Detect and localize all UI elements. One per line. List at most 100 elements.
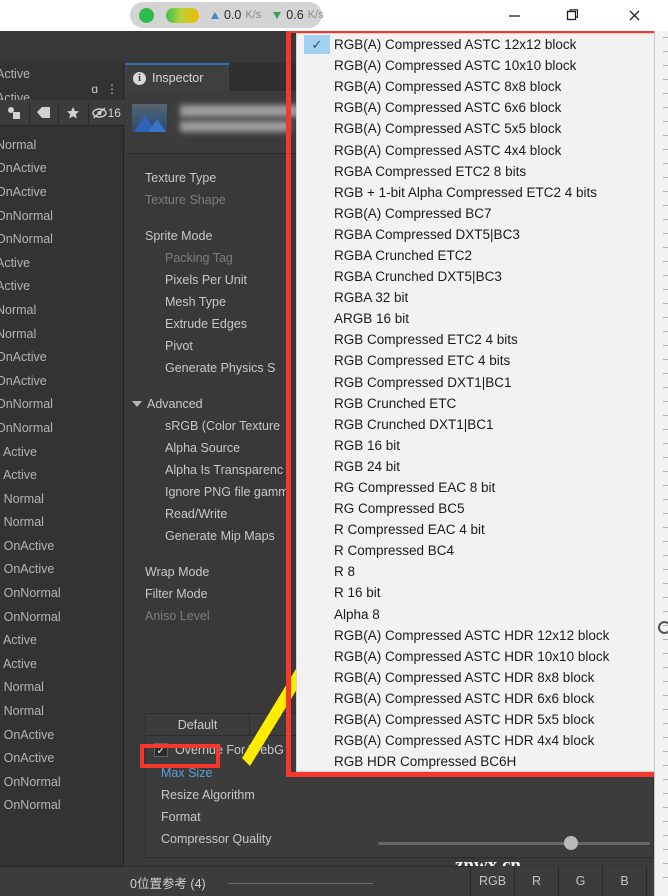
format-menu-item[interactable]: RG Compressed BC5 [297, 498, 657, 519]
platform-row-resize-algorithm[interactable]: Resize Algorithm [161, 788, 255, 802]
format-menu-item-label: RGB(A) Compressed ASTC 12x12 block [334, 37, 577, 53]
ruler-tick [663, 163, 668, 164]
network-speed-widget[interactable]: 0.0 K/s 0.6 K/s [130, 2, 324, 28]
format-menu-item[interactable]: RGBA Compressed DXT5|BC3 [297, 224, 657, 245]
move-tool-icon[interactable] [0, 101, 30, 124]
check-placeholder [304, 710, 330, 729]
format-menu-item[interactable]: R 16 bit [297, 582, 657, 603]
format-menu-item[interactable]: RGB(A) Compressed ASTC HDR 5x5 block [297, 709, 657, 730]
status-bar-label: 0位置参考 (4) [130, 877, 206, 891]
platform-row-format[interactable]: Format [161, 810, 201, 824]
format-menu-item[interactable]: RGBA Crunched DXT5|BC3 [297, 266, 657, 287]
favorite-star-icon[interactable] [59, 101, 89, 124]
check-placeholder [304, 204, 330, 223]
ruler-tick [663, 359, 668, 360]
ruler-tick [663, 429, 668, 430]
format-menu-item[interactable]: RGB 16 bit [297, 435, 657, 456]
ruler-tick [663, 625, 668, 626]
layers-count: 16 [107, 105, 121, 120]
ruler-handle-icon[interactable] [658, 621, 668, 634]
format-menu-item[interactable]: RGB(A) Compressed ASTC 5x5 block [297, 118, 657, 139]
format-menu-item[interactable]: RGB HDR Compressed BC6H [297, 751, 657, 771]
ruler-tick [663, 135, 668, 136]
format-menu-item[interactable]: RGB(A) Compressed ASTC HDR 4x4 block [297, 730, 657, 751]
slider-knob[interactable] [564, 836, 578, 850]
check-placeholder [304, 541, 330, 560]
format-menu-item[interactable]: RGB(A) Compressed ASTC 4x4 block [297, 139, 657, 160]
platform-row-max-size[interactable]: Max Size [161, 766, 212, 780]
format-menu-item[interactable]: R Compressed BC4 [297, 540, 657, 561]
format-menu-item[interactable]: Alpha 8 [297, 604, 657, 625]
platform-row-compressor-quality[interactable]: Compressor Quality [161, 832, 271, 846]
format-menu-item[interactable]: RGB 24 bit [297, 456, 657, 477]
upload-speed-unit: K/s [245, 9, 262, 21]
format-dropdown-menu[interactable]: ✓ RGB(A) Compressed ASTC 12x12 block RGB(A… [296, 33, 658, 772]
tab-inspector[interactable]: i Inspector [125, 63, 229, 91]
check-placeholder [304, 309, 330, 328]
format-menu-item[interactable]: RGBA Crunched ETC2 [297, 245, 657, 266]
close-button[interactable] [612, 0, 656, 31]
tag-tool-icon[interactable] [30, 101, 60, 124]
ruler-tick [663, 569, 668, 570]
ruler-tick [663, 387, 668, 388]
ruler-tick [663, 695, 668, 696]
format-menu-item[interactable]: RGB(A) Compressed ASTC 10x10 block [297, 55, 657, 76]
format-menu-item-label: RGB Compressed DXT1|BC1 [334, 374, 512, 390]
format-menu-item[interactable]: R 8 [297, 561, 657, 582]
format-menu-item[interactable]: RGB(A) Compressed ASTC HDR 10x10 block [297, 646, 657, 667]
check-placeholder [304, 246, 330, 265]
ruler-tick [663, 737, 668, 738]
format-menu-item[interactable]: RGB(A) Compressed ASTC HDR 6x6 block [297, 688, 657, 709]
format-menu-item[interactable]: RGB + 1-bit Alpha Compressed ETC2 4 bits [297, 182, 657, 203]
ruler-tick [663, 499, 668, 500]
compressor-quality-slider[interactable]: 60 [378, 832, 668, 854]
format-menu-item[interactable]: RGB(A) Compressed BC7 [297, 203, 657, 224]
ruler-tick [663, 793, 668, 794]
ruler-tick [663, 345, 668, 346]
format-menu-item[interactable]: RGB Compressed DXT1|BC1 [297, 372, 657, 393]
kebab-menu-icon[interactable]: ⋮ [106, 82, 118, 96]
format-menu-item[interactable]: RGB Compressed ETC2 4 bits [297, 329, 657, 350]
channel-toggle-rgb[interactable]: RGB [470, 866, 514, 896]
channel-toggle-g[interactable]: G [558, 866, 602, 896]
left-state-row: - OnActive [0, 562, 55, 577]
format-menu-item[interactable]: RGB Crunched DXT1|BC1 [297, 414, 657, 435]
format-menu-item[interactable]: ✓ RGB(A) Compressed ASTC 12x12 block [297, 34, 657, 55]
format-menu-item-label: RGBA Compressed ETC2 8 bits [334, 163, 527, 179]
format-menu-item[interactable]: RG Compressed EAC 8 bit [297, 477, 657, 498]
left-state-row: - Active [0, 444, 37, 459]
format-menu-item[interactable]: RGB Compressed ETC 4 bits [297, 350, 657, 371]
format-menu-item[interactable]: RGB(A) Compressed ASTC 8x8 block [297, 76, 657, 97]
ruler-tick [663, 555, 668, 556]
format-menu-item-label: RGB Compressed ETC 4 bits [334, 353, 511, 369]
maximize-button[interactable] [550, 0, 594, 31]
format-menu-item[interactable]: RGBA Compressed ETC2 8 bits [297, 161, 657, 182]
format-menu-item[interactable]: RGB(A) Compressed ASTC HDR 8x8 block [297, 667, 657, 688]
ruler-tick [663, 485, 668, 486]
minimize-button[interactable] [492, 0, 536, 31]
platform-tab-default[interactable]: Default [146, 714, 250, 735]
format-menu-item[interactable]: ARGB 16 bit [297, 308, 657, 329]
format-menu-item-label: RGBA Crunched ETC2 [334, 247, 473, 263]
channel-toggle-b[interactable]: B [602, 866, 646, 896]
check-placeholder [304, 56, 330, 75]
left-state-row: - Normal [0, 704, 44, 719]
format-menu-item-label: RGBA Compressed DXT5|BC3 [334, 226, 520, 242]
left-state-row: - Normal [0, 491, 44, 506]
channel-toggle-r[interactable]: R [514, 866, 558, 896]
check-placeholder [304, 267, 330, 286]
format-menu-item[interactable]: RGB Crunched ETC [297, 393, 657, 414]
format-menu-item[interactable]: R Compressed EAC 4 bit [297, 519, 657, 540]
ruler-tick [663, 289, 668, 290]
format-menu-item[interactable]: RGBA 32 bit [297, 287, 657, 308]
layers-visibility-icon[interactable]: 16 [89, 102, 124, 124]
status-bar-divider [228, 883, 373, 884]
check-placeholder [304, 436, 330, 455]
left-state-row: OnNormal [0, 232, 53, 247]
lock-icon[interactable]: ɑ [91, 82, 98, 96]
format-menu-item[interactable]: RGB(A) Compressed ASTC 6x6 block [297, 97, 657, 118]
check-icon: ✓ [304, 35, 330, 55]
check-placeholder [304, 183, 330, 202]
check-placeholder [304, 373, 330, 392]
format-menu-item[interactable]: RGB(A) Compressed ASTC HDR 12x12 block [297, 625, 657, 646]
